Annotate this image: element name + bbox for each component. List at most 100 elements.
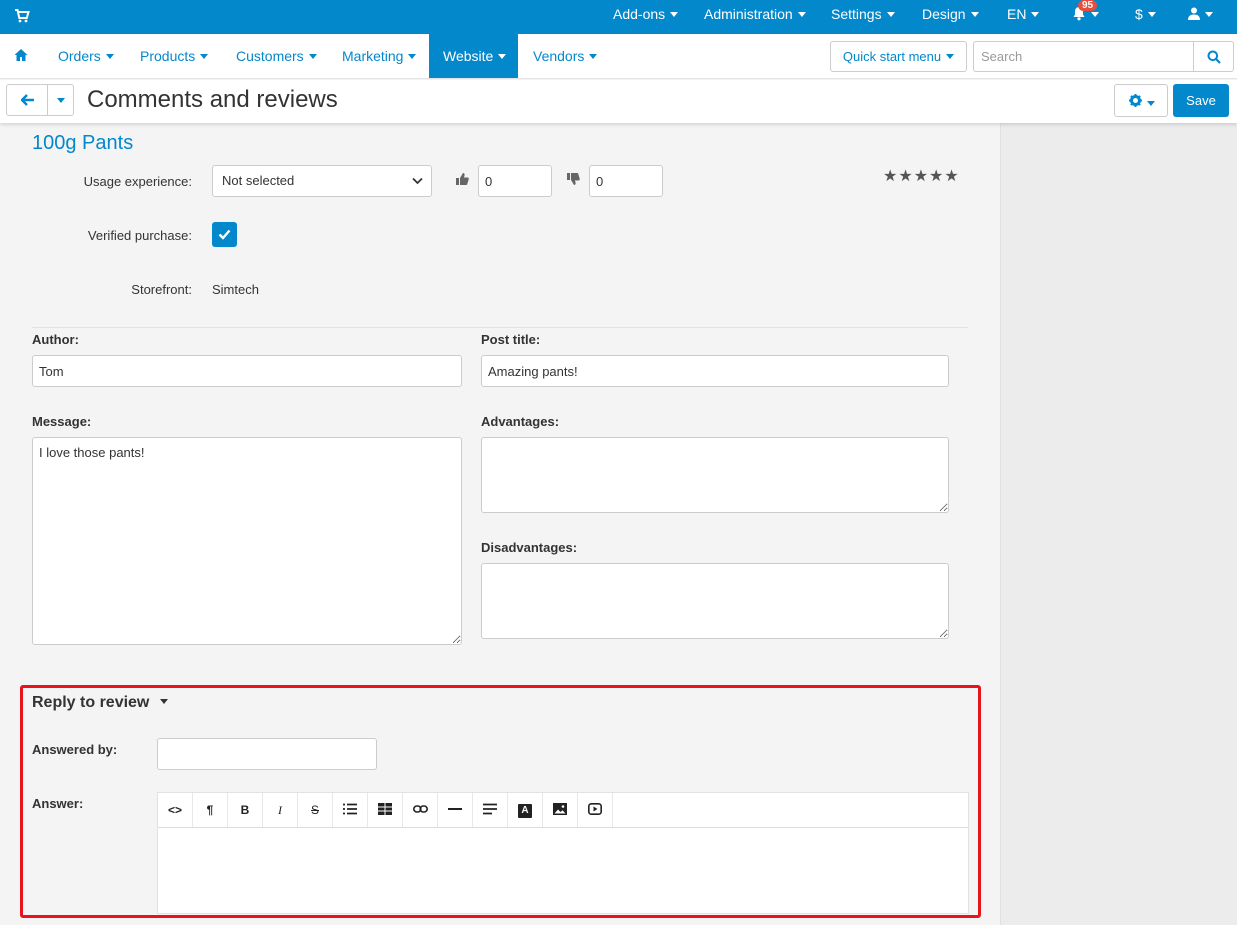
save-button[interactable]: Save [1173,84,1229,117]
cart-icon[interactable] [14,8,30,24]
chevron-down-icon [200,53,209,59]
chevron-down-icon [412,177,423,185]
image-icon [553,803,567,815]
video-icon [588,803,602,815]
checkmark-icon [218,229,231,240]
menu-currency-label: $ [1135,6,1143,22]
answered-by-input[interactable] [157,738,377,770]
chevron-down-icon [308,53,317,59]
message-textarea[interactable]: I love those pants! [32,437,462,645]
menu-addons-label: Add-ons [613,6,666,22]
menu-addons[interactable]: Add-ons [613,0,679,34]
chevron-down-icon [1205,11,1213,17]
video-button[interactable] [578,793,613,827]
link-button[interactable] [403,793,438,827]
disadvantages-textarea[interactable] [481,563,949,639]
answered-by-label: Answered by: [32,742,118,757]
top-bar: Add-ons Administration Settings Design E… [0,0,1237,34]
back-dropdown-button[interactable] [47,84,74,116]
menu-language-label: EN [1007,6,1027,22]
list-button[interactable] [333,793,368,827]
image-button[interactable] [543,793,578,827]
nav-products[interactable]: Products [140,34,209,78]
menu-settings[interactable]: Settings [831,0,895,34]
horizontal-rule-button[interactable] [438,793,473,827]
helpful-count-input[interactable] [478,165,552,197]
chevron-down-icon [1031,11,1040,17]
search-icon [1207,50,1221,64]
menu-currency[interactable]: $ [1135,0,1156,34]
thumbs-up-icon [456,173,469,185]
nav-vendors[interactable]: Vendors [533,34,598,78]
strikethrough-icon: S [310,803,319,817]
title-bar: Comments and reviews Save [0,80,1237,123]
nav-marketing[interactable]: Marketing [342,34,417,78]
nav-products-label: Products [140,48,196,64]
nav-orders[interactable]: Orders [58,34,114,78]
user-menu[interactable] [1188,0,1213,34]
nav-website[interactable]: Website [429,34,518,78]
storefront-value: Simtech [212,282,259,297]
chevron-down-icon [56,98,65,104]
chevron-down-icon [946,54,955,60]
code-view-button[interactable]: <> [158,793,193,827]
paragraph-icon: ¶ [206,803,214,817]
chevron-down-icon [670,11,679,17]
reply-to-review-toggle[interactable]: Reply to review [32,694,169,712]
align-button[interactable] [473,793,508,827]
verified-purchase-checkbox[interactable] [212,222,237,247]
notifications-badge: 95 [1078,0,1098,11]
usage-experience-value: Not selected [222,173,295,188]
not-helpful-count-input[interactable] [589,165,663,197]
menu-language[interactable]: EN [1007,0,1040,34]
font-color-icon: A [518,803,532,818]
chevron-down-icon [160,699,169,705]
nav-customers-label: Customers [236,48,304,64]
chevron-down-icon [1147,11,1156,17]
page-title: Comments and reviews [87,86,338,113]
editor-toolbar: <> ¶ B I S A [158,793,968,828]
quick-start-menu-button[interactable]: Quick start menu [830,41,967,72]
paragraph-button[interactable]: ¶ [193,793,228,827]
table-icon [378,803,392,815]
home-icon[interactable] [14,48,28,62]
strikethrough-button[interactable]: S [298,793,333,827]
menu-design[interactable]: Design [922,0,979,34]
answer-label: Answer: [32,796,84,811]
quick-start-label: Quick start menu [842,49,942,64]
nav-customers[interactable]: Customers [236,34,317,78]
menu-administration[interactable]: Administration [704,0,806,34]
italic-icon: I [278,803,282,817]
reply-title-text: Reply to review [32,694,150,711]
search-button[interactable] [1193,41,1234,72]
chevron-down-icon [1091,11,1099,17]
chevron-down-icon [498,53,507,59]
bold-button[interactable]: B [228,793,263,827]
italic-button[interactable]: I [263,793,298,827]
back-button[interactable] [6,84,48,116]
arrow-left-icon [21,94,34,106]
message-label: Message: [32,414,92,429]
search-input[interactable] [973,41,1194,72]
answer-editor[interactable]: <> ¶ B I S A [157,792,969,914]
author-input[interactable] [32,355,462,387]
nav-orders-label: Orders [58,48,101,64]
menu-administration-label: Administration [704,6,793,22]
rating-stars[interactable]: ★★★★★ [883,166,960,186]
usage-experience-select[interactable]: Not selected [212,165,432,197]
chevron-down-icon [886,11,895,17]
storefront-label: Storefront: [131,282,192,297]
settings-dropdown-button[interactable] [1114,84,1168,117]
gear-icon [1129,94,1142,107]
table-button[interactable] [368,793,403,827]
menu-settings-label: Settings [831,6,882,22]
chevron-down-icon [970,11,979,17]
list-icon [343,803,357,815]
font-color-button[interactable]: A [508,793,543,827]
advantages-label: Advantages: [481,414,560,429]
code-icon: <> [167,803,182,817]
product-name-link[interactable]: 100g Pants [32,132,133,155]
bold-icon: B [240,803,250,817]
advantages-textarea[interactable] [481,437,949,513]
post-title-input[interactable] [481,355,949,387]
